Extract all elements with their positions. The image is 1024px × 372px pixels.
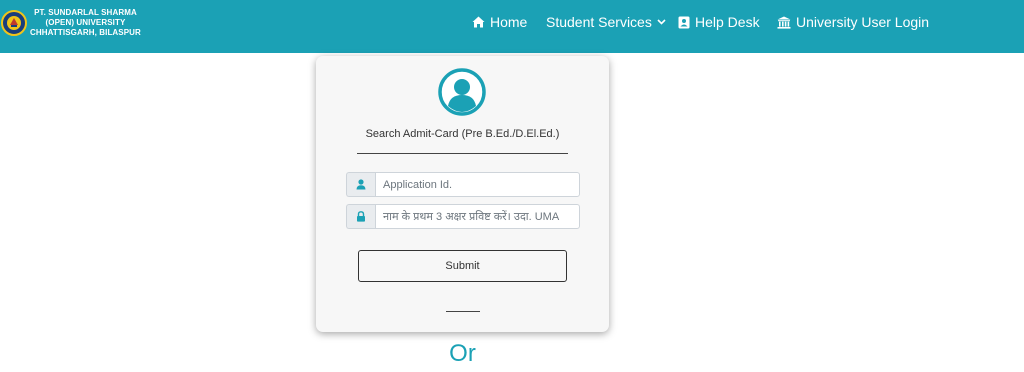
application-id-group <box>346 172 580 197</box>
name-initials-addon <box>346 204 375 229</box>
title-divider <box>357 153 568 154</box>
brand-line-3: CHHATTISGARH, BILASPUR <box>30 28 141 37</box>
brand-name: PT. SUNDARLAL SHARMA (OPEN) UNIVERSITY C… <box>30 8 141 38</box>
institution-icon <box>777 16 791 29</box>
nav-university-login-label: University User Login <box>796 14 930 30</box>
home-icon <box>472 16 485 28</box>
submit-button[interactable]: Submit <box>358 250 567 282</box>
contact-card-icon <box>678 16 690 28</box>
bottom-divider <box>446 311 480 312</box>
form-title: Search Admit-Card (Pre B.Ed./D.El.Ed.) <box>365 128 560 140</box>
application-id-input[interactable] <box>375 172 580 197</box>
nav-home[interactable]: Home <box>472 13 527 31</box>
top-navbar: PT. SUNDARLAL SHARMA (OPEN) UNIVERSITY C… <box>0 0 1024 53</box>
brand-line-1: PT. SUNDARLAL SHARMA <box>34 8 137 17</box>
user-circle-icon <box>438 68 486 116</box>
nav-help-desk[interactable]: Help Desk <box>678 13 760 31</box>
application-id-addon <box>346 172 375 197</box>
user-icon <box>356 179 366 190</box>
name-initials-input[interactable] <box>375 204 580 229</box>
or-separator: Or <box>449 340 476 367</box>
nav-home-label: Home <box>490 14 528 30</box>
nav-student-services[interactable]: Student Services <box>546 13 666 31</box>
name-initials-group <box>346 204 580 229</box>
university-seal-icon <box>1 10 27 36</box>
admit-card-search-form: Search Admit-Card (Pre B.Ed./D.El.Ed.) S… <box>316 56 609 332</box>
lock-icon <box>357 211 365 222</box>
brand[interactable]: PT. SUNDARLAL SHARMA (OPEN) UNIVERSITY C… <box>0 6 141 40</box>
brand-line-2: (OPEN) UNIVERSITY <box>45 18 126 27</box>
nav-student-services-label: Student Services <box>546 14 652 30</box>
nav-university-login[interactable]: University User Login <box>777 13 929 31</box>
chevron-down-icon <box>657 19 666 25</box>
nav-help-desk-label: Help Desk <box>695 14 760 30</box>
